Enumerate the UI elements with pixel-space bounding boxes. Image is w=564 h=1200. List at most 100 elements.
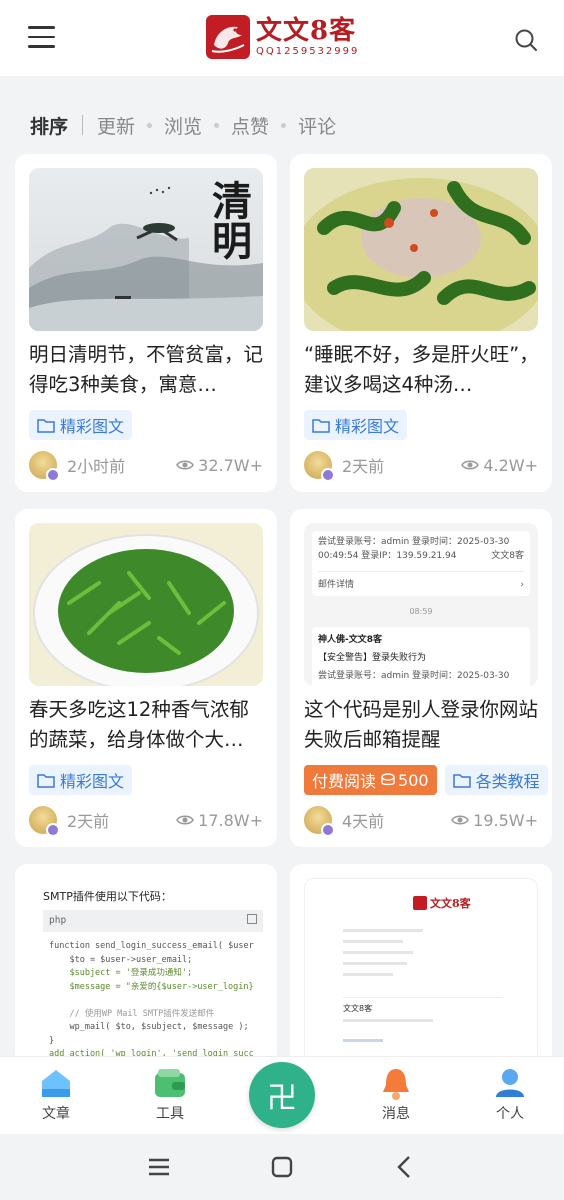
sort-divider (82, 115, 84, 135)
article-title[interactable]: 这个代码是别人登录你网站失败后邮箱提醒 (304, 695, 542, 755)
tab-articles[interactable]: 文章 (26, 1065, 86, 1123)
email-alert: 【安全警告】登录失败行为 (318, 653, 427, 663)
site-logo[interactable]: 文文8客 QQ1259532999 (206, 14, 359, 60)
category-label: 精彩图文 (60, 772, 125, 791)
tab-tools[interactable]: 工具 (140, 1065, 200, 1123)
article-title[interactable]: 明日清明节，不管贫富，记得吃3种美食，寓意… (29, 340, 267, 400)
code-line: wp_mail( $to, $subject, $message ); (49, 1022, 249, 1032)
category-tag[interactable]: 各类教程 (444, 765, 548, 795)
code-line: } (49, 1035, 55, 1046)
folder-icon (37, 417, 55, 433)
eye-icon (176, 815, 195, 825)
tab-label: 个人 (496, 1106, 524, 1122)
category-label: 各类教程 (475, 772, 540, 791)
paid-label: 付费阅读 (312, 772, 377, 791)
paid-read-tag[interactable]: 付费阅读 500 (304, 765, 437, 795)
home-icon (38, 1065, 74, 1101)
code-line: $message = "亲爱的{$user->user_login} (49, 981, 254, 992)
author-avatar[interactable] (304, 451, 335, 482)
wallet-icon (152, 1065, 188, 1101)
app-header: 文文8客 QQ1259532999 (0, 0, 564, 76)
center-action-button[interactable]: 卍 (249, 1062, 315, 1128)
code-heading: SMTP插件使用以下代码： (43, 890, 172, 903)
verified-badge-icon (46, 823, 60, 837)
tab-label: 工具 (156, 1106, 184, 1122)
recent-apps-icon[interactable] (146, 1154, 172, 1180)
coin-icon (380, 772, 396, 788)
sort-tab-likes[interactable]: 点赞 (231, 112, 269, 139)
article-card[interactable]: “睡眠不好，多是肝火旺”，建议多喝这4种汤… 精彩图文 2天前 4.2W+ (290, 154, 552, 492)
article-card[interactable]: 尝试登录账号：admin 登录时间：2025-03-30 00:49:54 登录… (290, 509, 552, 847)
article-card[interactable]: SMTP插件使用以下代码： php function send_login_su… (15, 864, 277, 1064)
article-card[interactable]: 文文8客 文文8客 (290, 864, 552, 1064)
author-avatar[interactable] (29, 451, 60, 482)
author-avatar[interactable] (304, 806, 335, 837)
email-section-label: 文文8客 (343, 1004, 373, 1013)
email-time: 08:59 (409, 607, 433, 616)
dragon-logo-icon (206, 15, 250, 59)
tab-messages[interactable]: 消息 (366, 1065, 426, 1123)
code-block: function send_login_success_email( $user… (49, 940, 263, 1062)
category-label: 精彩图文 (60, 417, 125, 436)
email-logo: 文文8客 (413, 895, 471, 911)
sort-tab-update[interactable]: 更新 (97, 112, 135, 139)
user-icon (492, 1065, 528, 1101)
article-thumbnail: 文文8客 文文8客 (304, 878, 538, 1064)
author-avatar[interactable] (29, 806, 60, 837)
eye-icon (451, 815, 470, 825)
view-count-value: 17.8W+ (198, 810, 263, 830)
sort-tab-sort[interactable]: 排序 (30, 112, 68, 139)
home-nav-icon[interactable] (269, 1154, 295, 1180)
article-card[interactable]: 春天多吃这12种香气浓郁的蔬菜，给身体做个大… 精彩图文 2天前 17.8W+ (15, 509, 277, 847)
verified-badge-icon (46, 468, 60, 482)
tab-label: 消息 (382, 1106, 410, 1122)
bell-icon (378, 1065, 414, 1101)
system-nav-bar (0, 1134, 564, 1200)
view-count-value: 32.7W+ (198, 455, 263, 475)
view-count-value: 4.2W+ (483, 455, 538, 475)
email-detail-link: 邮件详情 (318, 580, 355, 590)
folder-icon (312, 417, 330, 433)
copy-icon[interactable] (247, 914, 257, 924)
eye-icon (176, 460, 195, 470)
email-sender: 神人佛-文文8客 (318, 635, 382, 645)
sort-tab-views[interactable]: 浏览 (164, 112, 202, 139)
category-tag[interactable]: 精彩图文 (29, 410, 133, 440)
article-title[interactable]: 春天多吃这12种香气浓郁的蔬菜，给身体做个大… (29, 695, 267, 755)
qingming-calligraphy: 清明 (205, 180, 252, 260)
tab-profile[interactable]: 个人 (480, 1065, 540, 1123)
code-line: function send_login_success_email( $user (49, 941, 254, 951)
code-line: $to = $user->user_email; (49, 954, 193, 965)
swastika-icon: 卍 (267, 1081, 297, 1116)
post-time: 4天前 (342, 812, 385, 831)
sort-tab-comments[interactable]: 评论 (298, 112, 336, 139)
sort-dot (214, 122, 220, 128)
eye-icon (461, 460, 480, 470)
view-count-value: 19.5W+ (473, 810, 538, 830)
logo-name: 文文8客 (256, 16, 357, 46)
article-thumbnail (29, 523, 263, 686)
logo-qq: QQ1259532999 (256, 46, 360, 57)
view-count: 4.2W+ (461, 456, 538, 475)
sort-dot (147, 122, 153, 128)
email-line: 尝试登录账号：admin 登录时间：2025-03-30 (318, 537, 510, 547)
search-icon[interactable] (514, 28, 538, 52)
post-time: 2小时前 (67, 457, 126, 476)
folder-icon (37, 772, 55, 788)
article-thumbnail: 清明 (29, 168, 263, 331)
article-thumbnail (304, 168, 538, 331)
sort-bar: 排序 更新 浏览 点赞 评论 (30, 110, 336, 140)
category-tag[interactable]: 精彩图文 (29, 765, 133, 795)
paid-amount: 500 (398, 770, 429, 790)
menu-icon[interactable] (28, 26, 56, 50)
verified-badge-icon (321, 823, 335, 837)
article-title[interactable]: “睡眠不好，多是肝火旺”，建议多喝这4种汤… (304, 340, 542, 400)
view-count: 17.8W+ (176, 811, 263, 830)
view-count: 19.5W+ (451, 811, 538, 830)
article-card[interactable]: 清明 明日清明节，不管贫富，记得吃3种美食，寓意… 精彩图文 2小时前 32.7… (15, 154, 277, 492)
back-icon[interactable] (392, 1154, 418, 1180)
article-thumbnail: 尝试登录账号：admin 登录时间：2025-03-30 00:49:54 登录… (304, 523, 538, 686)
category-tag[interactable]: 精彩图文 (304, 410, 408, 440)
email-line: 文文8客 (491, 551, 524, 561)
